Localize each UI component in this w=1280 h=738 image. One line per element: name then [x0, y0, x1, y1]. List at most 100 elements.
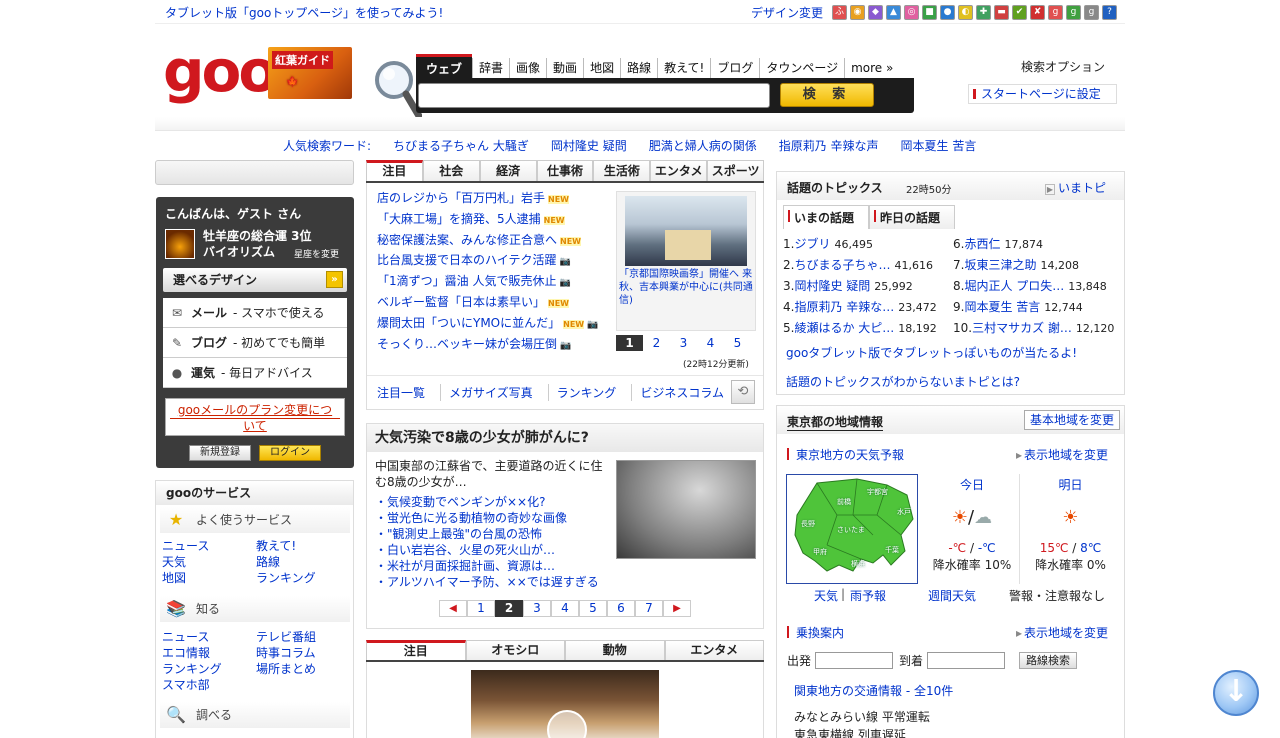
topics-tab[interactable]: 昨日の話題 — [869, 205, 956, 229]
mail-plan-notice[interactable]: gooメールのプラン変更につ いて — [165, 398, 345, 436]
search-tab[interactable]: 動画 — [546, 58, 583, 78]
headline-link[interactable]: そっくり…ベッキー妹が会場圧倒 📷 — [377, 335, 607, 356]
topic-rank-item[interactable]: 2.ちびまる子ちゃ… 41,616 — [783, 255, 953, 276]
topic-rank-item[interactable]: 9.岡本夏生 苦言 12,744 — [953, 297, 1123, 318]
theme-icon[interactable]: ◆ — [868, 5, 883, 20]
transit-title[interactable]: 乗換案内 — [787, 624, 844, 641]
theme-icon[interactable]: ? — [1102, 5, 1117, 20]
news-tab[interactable]: 生活術 — [593, 160, 651, 181]
service-link[interactable]: エコ情報 — [162, 645, 256, 661]
feature-intro[interactable]: 中国東部の江蘇省で、主要道路の近くに住む8歳の少女が… — [375, 458, 610, 490]
theme-icon[interactable]: g — [1048, 5, 1063, 20]
feature-page-button[interactable]: 1 — [467, 600, 495, 617]
theme-icon[interactable]: ◎ — [904, 5, 919, 20]
search-options-link[interactable]: 検索オプション — [1021, 58, 1105, 75]
news-page-button[interactable]: 4 — [697, 335, 724, 351]
news-tab[interactable]: 経済 — [479, 160, 537, 181]
headline-link[interactable]: 「大麻工場」を摘発、5人逮捕 NEW — [377, 210, 607, 231]
theme-icon[interactable]: ● — [940, 5, 955, 20]
koyo-guide-banner[interactable]: 紅葉ガイド 🍁 — [268, 47, 352, 99]
theme-icon[interactable]: ◐ — [958, 5, 973, 20]
traffic-info-title[interactable]: 関東地方の交通情報 - 全10件 — [794, 682, 953, 699]
theme-icon[interactable]: g — [1066, 5, 1081, 20]
weather-map[interactable]: 前橋 宇都宮 水戸 長野 さいたま 千葉 甲府 横浜 — [786, 474, 918, 584]
user-service-item[interactable]: ✎ ブログ - 初めてでも簡単 — [163, 328, 347, 358]
popular-word-link[interactable]: 岡村隆史 疑問 — [551, 137, 627, 154]
left-search-box[interactable] — [155, 160, 354, 185]
news-tab[interactable]: 社会 — [422, 160, 480, 181]
topic-rank-item[interactable]: 6.赤西仁 17,874 — [953, 234, 1123, 255]
feature-title[interactable]: 大気汚染で8歳の少女が肺がんに? — [367, 424, 763, 452]
theme-icon[interactable]: ✔ — [1012, 5, 1027, 20]
search-tab[interactable]: 路線 — [620, 58, 657, 78]
topic-rank-item[interactable]: 7.坂東三津之助 14,208 — [953, 255, 1123, 276]
news-photo[interactable] — [625, 196, 747, 266]
weather-today[interactable]: 今日 ☀/☁ -℃ / -℃ 降水確率 10% — [925, 474, 1020, 584]
feature-page-button[interactable]: 7 — [635, 600, 663, 617]
search-tab[interactable]: タウンページ — [759, 58, 844, 78]
route-search-button[interactable]: 路線検索 — [1019, 652, 1078, 669]
feature-page-button[interactable]: 2 — [495, 600, 523, 617]
popular-word-link[interactable]: 指原莉乃 辛辣な声 — [779, 137, 879, 154]
theme-icon[interactable]: ▬ — [994, 5, 1009, 20]
search-button[interactable]: 検 索 — [780, 83, 874, 107]
theme-icon[interactable]: ✚ — [976, 5, 991, 20]
imatopi-about-link[interactable]: 話題のトピックスがわからないまトピとは? — [786, 373, 1020, 390]
change-display-region-link[interactable]: 表示地域を変更 — [1016, 446, 1108, 463]
feature-page-button[interactable]: 6 — [607, 600, 635, 617]
weather-link[interactable]: 天気 — [814, 587, 838, 604]
service-link[interactable]: 教えて! — [256, 538, 348, 554]
weekly-weather-link[interactable]: 週間天気 — [928, 587, 976, 604]
service-link[interactable]: 場所まとめ — [256, 661, 348, 677]
traffic-item[interactable]: みなとみらい線 平常運転 — [794, 708, 930, 725]
theme-icon[interactable]: g — [1084, 5, 1099, 20]
news-page-button[interactable]: 3 — [670, 335, 697, 351]
headline-link[interactable]: 店のレジから「百万円札」岩手 NEW — [377, 189, 607, 210]
headline-link[interactable]: 「1滴ずつ」醤油 人気で販売休止 📷 — [377, 272, 607, 293]
topic-rank-item[interactable]: 8.堀内正人 プロ失… 13,848 — [953, 276, 1123, 297]
popular-word-link[interactable]: ちびまる子ちゃん 大騒ぎ — [393, 137, 529, 154]
refresh-icon[interactable]: ⟲ — [731, 380, 755, 404]
news-footer-link[interactable]: 注目一覧 — [377, 384, 442, 401]
tablet-version-link[interactable]: タブレット版「gooトップページ」を使ってみよう! — [165, 4, 443, 21]
service-link[interactable]: ニュース — [162, 538, 256, 554]
topic-rank-item[interactable]: 1.ジブリ 46,495 — [783, 234, 953, 255]
feature-related-link[interactable]: ・白い岩岩谷、火星の死火山が… — [375, 542, 615, 558]
weather-title[interactable]: 東京地方の天気予報 — [787, 446, 904, 463]
search-tab[interactable]: 辞書 — [472, 58, 509, 78]
design-select-button[interactable]: 選べるデザイン » — [163, 268, 347, 292]
feature-related-link[interactable]: ・気候変動でペンギンが××化? — [375, 494, 615, 510]
change-zodiac-link[interactable]: 星座を変更 — [294, 247, 339, 260]
media-tab[interactable]: 動物 — [565, 640, 665, 660]
service-link[interactable]: 時事コラム — [256, 645, 348, 661]
news-page-button[interactable]: 1 — [616, 335, 643, 351]
from-input[interactable] — [815, 652, 894, 669]
headline-link[interactable]: 比台風支援で日本のハイテク活躍 📷 — [377, 251, 607, 272]
theme-icon[interactable]: ✘ — [1030, 5, 1045, 20]
news-footer-link[interactable]: ランキング — [557, 384, 633, 401]
feature-page-button[interactable]: 4 — [551, 600, 579, 617]
news-page-button[interactable]: 5 — [724, 335, 751, 351]
service-link[interactable]: 天気 — [162, 554, 256, 570]
search-tab[interactable]: ウェブ — [416, 54, 473, 78]
news-photo-card[interactable]: 「京都国際映画祭」開催へ 来秋、吉本興業が中心に(共同通信) — [616, 191, 756, 331]
search-tab[interactable]: 教えて! — [657, 58, 710, 78]
set-startpage-link[interactable]: スタートページに設定 — [968, 84, 1117, 104]
feature-photo[interactable] — [616, 460, 756, 559]
popular-word-link[interactable]: 肥満と婦人病の関係 — [649, 137, 757, 154]
tablet-campaign-link[interactable]: gooタブレット版でタブレットっぽいものが当たるよ! — [786, 344, 1077, 361]
transit-change-region-link[interactable]: 表示地域を変更 — [1016, 624, 1108, 641]
service-link[interactable]: ランキング — [256, 570, 348, 586]
headline-link[interactable]: 爆問太田「ついにYMOに並んだ」 NEW 📷 — [377, 314, 607, 335]
news-tab[interactable]: 注目 — [366, 160, 423, 181]
feature-related-link[interactable]: ・蛍光色に光る動植物の奇妙な画像 — [375, 510, 615, 526]
service-link[interactable]: 路線 — [256, 554, 348, 570]
headline-link[interactable]: ベルギー監督「日本は素早い」 NEW — [377, 293, 607, 314]
design-change-link[interactable]: デザイン変更 — [751, 4, 823, 21]
search-tab[interactable]: 画像 — [509, 58, 546, 78]
traffic-item[interactable]: 東急東横線 列車遅延 — [794, 726, 906, 738]
topic-rank-item[interactable]: 4.指原莉乃 辛辣な… 23,472 — [783, 297, 953, 318]
feature-related-link[interactable]: ・"観測史上最強"の台風の恐怖 — [375, 526, 615, 542]
search-tab[interactable]: 地図 — [583, 58, 620, 78]
news-tab[interactable]: スポーツ — [707, 160, 765, 181]
